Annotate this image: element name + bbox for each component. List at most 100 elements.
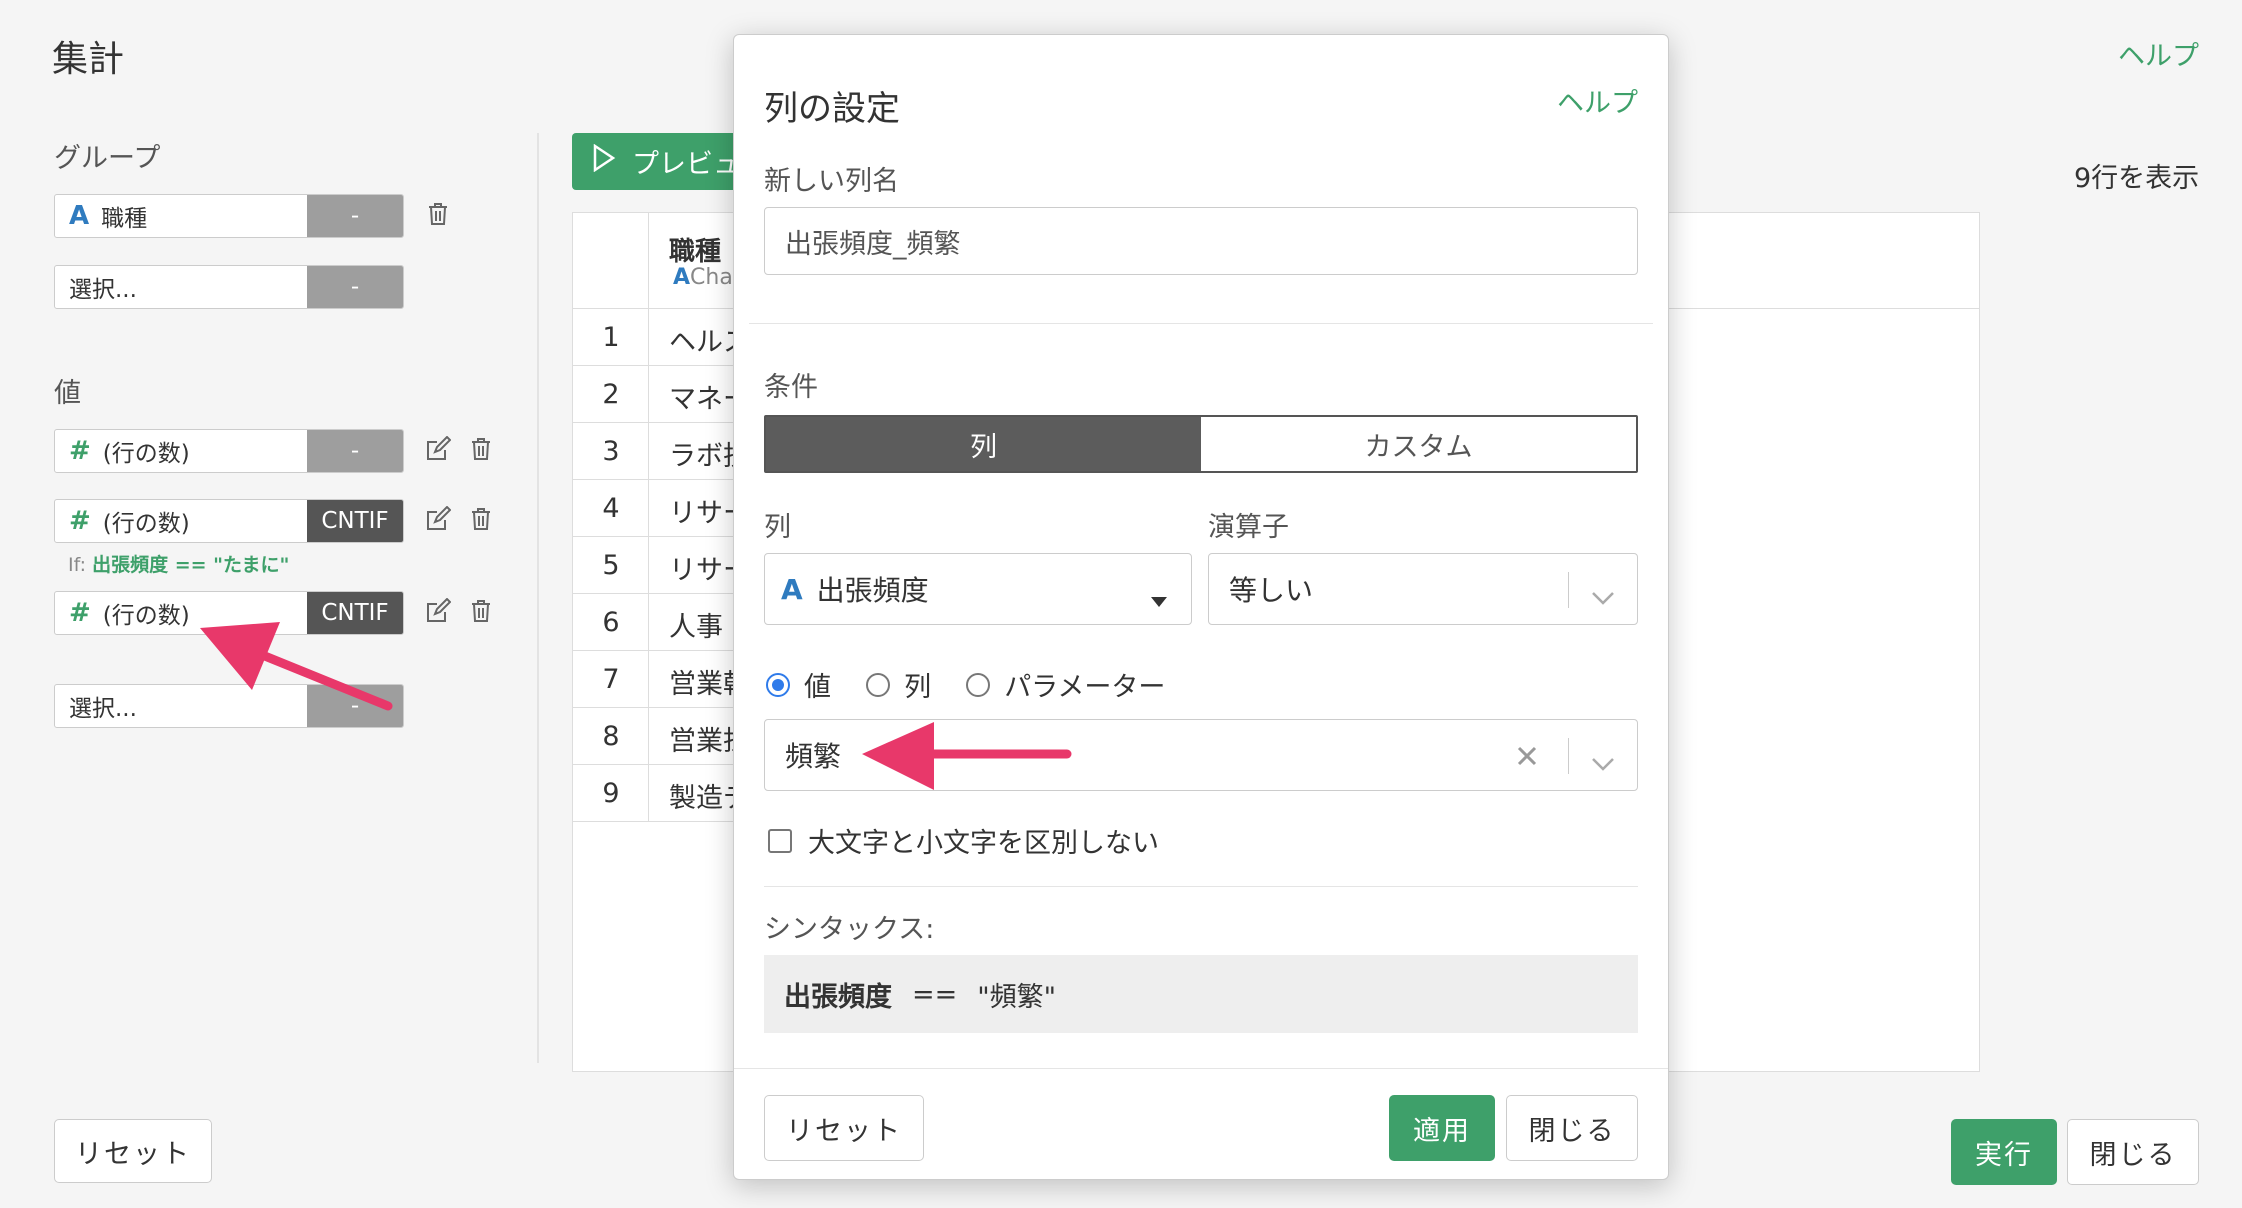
checkbox[interactable] [768,828,792,853]
clear-icon[interactable] [1515,742,1539,775]
caret-down-icon [1151,581,1167,614]
dialog-title: 列の設定 [764,89,900,129]
trash-icon[interactable] [422,198,454,230]
value-field-2[interactable]: # (行の数) CNTIF [54,499,404,543]
radio-empty-icon [966,672,991,697]
help-link[interactable]: ヘルプ [2118,34,2199,73]
condition-text: If: 出張頻度 == "たまに" [68,550,289,577]
value-field-name: (行の数) [102,603,190,629]
aggregate-select[interactable]: - [307,195,403,237]
group-field-select[interactable]: 選択... - [54,265,404,309]
aggregate-select[interactable]: CNTIF [307,500,403,542]
column-select-value: 出張頻度 [816,574,929,607]
divider [749,323,1653,324]
operator-select-value: 等しい [1229,574,1314,607]
case-insensitive-option[interactable]: 大文字と小文字を区別しない [768,821,1159,860]
value-select-value: 頻繁 [785,740,842,773]
type-a-icon: A [781,572,803,606]
syntax-preview: 出張頻度 == "頻繁" [764,955,1638,1033]
aggregate-select[interactable]: - [307,685,403,727]
close-button[interactable]: 閉じる [2067,1119,2199,1185]
type-number-icon: # [69,598,91,628]
table-row: 7 営業幹 [573,651,750,708]
run-button[interactable]: 実行 [1951,1119,2057,1185]
column-label: 列 [764,512,791,543]
value-field-1[interactable]: # (行の数) - [54,429,404,473]
group-field-1[interactable]: A 職種 - [54,194,404,238]
tab-custom[interactable]: カスタム [1201,417,1636,471]
value-field-select[interactable]: 選択... - [54,684,404,728]
syntax-column: 出張頻度 [784,981,892,1013]
syntax-label: シンタックス: [764,914,935,945]
value-field-3[interactable]: # (行の数) CNTIF [54,591,404,635]
radio-parameter[interactable]: パラメーター [966,665,1165,704]
value-section-label: 値 [54,378,81,409]
tab-column[interactable]: 列 [766,417,1201,471]
value-field-name: (行の数) [102,511,190,537]
value-type-radio-group: 値 列 パラメーター [766,665,1195,704]
table-row: 4 リサー [573,480,750,537]
column-header-type: ACha [673,265,733,290]
radio-empty-icon [866,672,891,697]
select-placeholder: 選択... [69,277,137,303]
table-row: 5 リサー [573,537,750,594]
table-row: 9 製造デ [573,765,750,822]
dialog-help-link[interactable]: ヘルプ [1557,81,1638,120]
table-row: 1 ヘルス [573,309,750,366]
column-select[interactable]: A 出張頻度 [764,553,1192,625]
select-separator [1568,572,1569,608]
type-a-icon: A [673,265,691,290]
play-icon [592,143,616,179]
condition-label: 条件 [764,372,818,403]
condition-prefix: If: [68,554,87,576]
operator-select[interactable]: 等しい [1208,553,1638,625]
new-column-label: 新しい列名 [764,166,899,197]
chevron-down-icon [1591,580,1615,613]
type-number-icon: # [69,436,91,466]
table-row: 8 営業担 [573,708,750,765]
edit-icon[interactable] [422,433,454,465]
aggregate-select[interactable]: - [307,266,403,308]
table-row: 2 マネー [573,366,750,423]
rows-count: 9行を表示 [2074,163,2200,194]
syntax-value: "頻繁" [977,981,1057,1013]
edit-icon[interactable] [422,503,454,535]
column-header-name: 職種 [669,237,722,267]
group-field-name: 職種 [101,206,148,232]
group-section-label: グループ [54,143,161,174]
page-title: 集計 [52,39,125,80]
reset-button[interactable]: リセット [54,1119,212,1183]
trash-icon[interactable] [465,595,497,627]
divider [764,886,1638,887]
chevron-down-icon [1591,746,1615,779]
sidebar-divider [537,133,539,1063]
dialog-reset-button[interactable]: リセット [764,1095,924,1161]
preview-label: プレビュ [632,149,740,180]
column-settings-dialog: 列の設定 ヘルプ 新しい列名 出張頻度_頻繁 条件 列 カスタム 列 演算子 A… [733,34,1669,1180]
new-column-name-input[interactable]: 出張頻度_頻繁 [764,207,1638,275]
dialog-close-button[interactable]: 閉じる [1506,1095,1638,1161]
trash-icon[interactable] [465,433,497,465]
type-a-icon: A [69,201,90,231]
select-placeholder: 選択... [69,696,137,722]
radio-selected-icon [766,672,790,697]
value-field-name: (行の数) [102,441,190,467]
rownum-header [573,213,649,309]
table-row: 3 ラボ技 [573,423,750,480]
value-select[interactable]: 頻繁 [764,719,1638,791]
radio-column[interactable]: 列 [866,665,931,704]
select-separator [1568,738,1569,774]
apply-button[interactable]: 適用 [1389,1095,1495,1161]
aggregate-select[interactable]: - [307,430,403,472]
divider [734,1068,1668,1069]
type-number-icon: # [69,506,91,536]
aggregate-select[interactable]: CNTIF [307,592,403,634]
case-insensitive-label: 大文字と小文字を区別しない [808,828,1159,859]
edit-icon[interactable] [422,595,454,627]
radio-value[interactable]: 値 [766,665,831,704]
syntax-operator: == [912,978,958,1010]
condition-expression: 出張頻度 == "たまに" [92,554,290,576]
trash-icon[interactable] [465,503,497,535]
operator-label: 演算子 [1208,512,1289,543]
preview-button[interactable]: プレビュ [572,133,752,190]
